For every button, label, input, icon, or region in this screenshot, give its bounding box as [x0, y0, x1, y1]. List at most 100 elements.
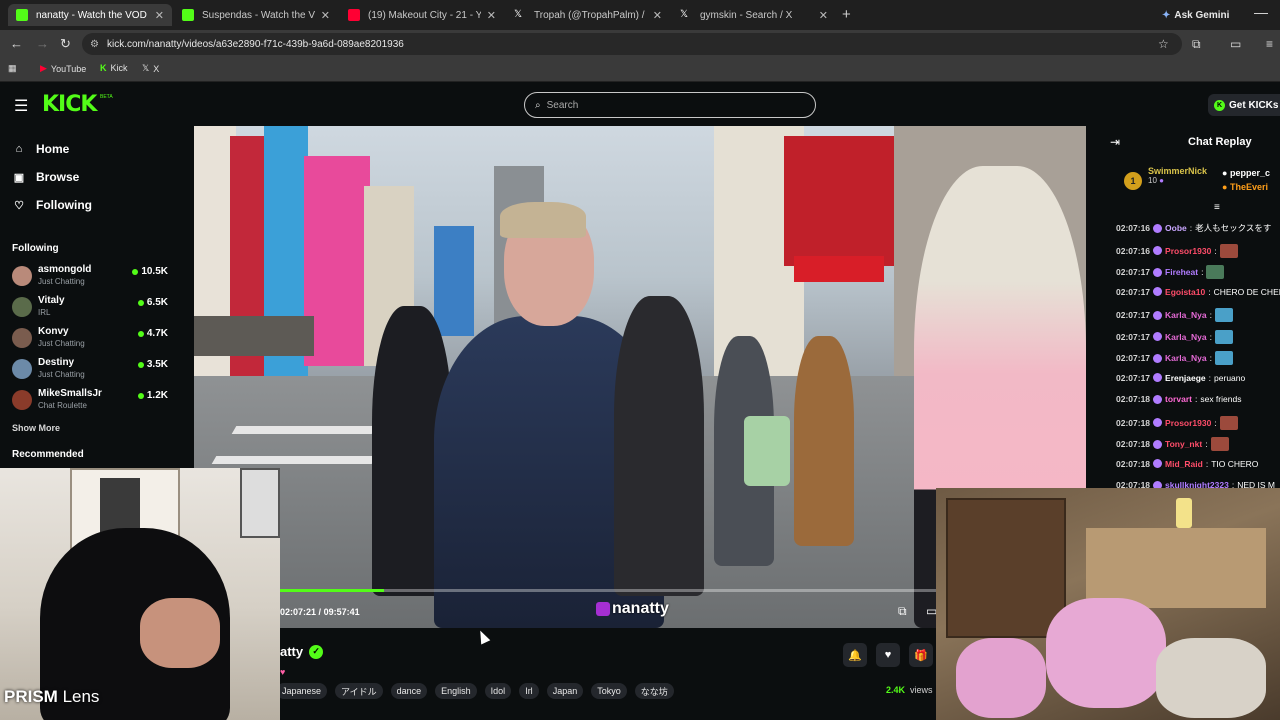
apps-grid-icon[interactable]: ▦: [8, 63, 17, 74]
bookmark-kick[interactable]: K Kick: [100, 63, 128, 73]
chat-message[interactable]: 02:07:17 Egoista10:CHERO DE CHERO: [1116, 287, 1280, 297]
close-tab-icon[interactable]: ✕: [653, 9, 662, 22]
message-username[interactable]: Karla_Nya: [1165, 353, 1207, 363]
channel-title[interactable]: atty ✓: [280, 644, 324, 659]
nav-following[interactable]: ♡ Following: [12, 198, 92, 212]
site-info-icon[interactable]: ⚙: [90, 39, 99, 50]
reload-icon[interactable]: ↻: [60, 36, 71, 52]
gifter-row[interactable]: ● pepper_c: [1222, 166, 1270, 180]
browser-tab[interactable]: 𝕏 gymskin - Search / X ✕: [672, 4, 836, 26]
message-username[interactable]: Karla_Nya: [1165, 332, 1207, 342]
gifter-row[interactable]: ● TheEveri: [1222, 180, 1270, 194]
tag-chip[interactable]: English: [435, 683, 477, 699]
chat-message[interactable]: 02:07:16 Prosor1930:: [1116, 243, 1238, 258]
channel-name: MikeSmallsJr: [38, 388, 102, 399]
chat-message[interactable]: 02:07:18 torvart: sex friends: [1116, 394, 1241, 404]
follow-heart-button[interactable]: ♥: [876, 643, 900, 667]
url-text: kick.com/nanatty/videos/a63e2890-f71c-43…: [106, 38, 404, 50]
message-username[interactable]: Erenjaege: [1165, 373, 1206, 383]
site-header: ☰ KICK BETA ⌕ Search K Get KICKs: [0, 84, 1280, 126]
message-username[interactable]: Mid_Raid: [1165, 459, 1203, 469]
following-channel[interactable]: Vitaly IRL 6.5K: [12, 293, 168, 323]
message-username[interactable]: Fireheat: [1165, 267, 1198, 277]
side-panel-icon[interactable]: ▭: [1230, 37, 1241, 51]
bookmark-x[interactable]: 𝕏 X: [142, 63, 159, 74]
subscriber-badge-icon: [1153, 439, 1163, 449]
following-channel[interactable]: MikeSmallsJr Chat Roulette 1.2K: [12, 386, 168, 416]
tag-chip[interactable]: Japanese: [276, 683, 328, 699]
message-username[interactable]: Prosor1930: [1165, 246, 1211, 256]
nav-home[interactable]: ⌂ Home: [12, 142, 70, 156]
close-tab-icon[interactable]: ✕: [321, 9, 330, 22]
emote-icon: [1215, 308, 1233, 322]
tab-title: (19) Makeout City - 21 - YouTu: [368, 9, 481, 21]
youtube-icon: ▶: [40, 63, 47, 73]
tag-chip[interactable]: dance: [390, 683, 428, 699]
message-username[interactable]: Karla_Nya: [1165, 310, 1207, 320]
collapse-chat-icon[interactable]: ⇥: [1110, 135, 1120, 149]
show-more-link[interactable]: Show More: [12, 423, 60, 433]
tag-chip[interactable]: Idol: [484, 683, 512, 699]
message-username[interactable]: Egoista10: [1165, 287, 1205, 297]
forward-arrow-icon[interactable]: →: [36, 36, 49, 51]
tag-chip[interactable]: Tokyo: [591, 683, 627, 699]
browser-tab[interactable]: (19) Makeout City - 21 - YouTu ✕: [340, 4, 504, 26]
chat-message[interactable]: 02:07:16 Oobe: 老人もセックスをす: [1116, 222, 1271, 234]
message-username[interactable]: torvart: [1165, 394, 1192, 404]
chat-message[interactable]: 02:07:17 Karla_Nya:: [1116, 351, 1233, 365]
picture-in-picture-icon[interactable]: ⧉: [898, 604, 907, 619]
message-username[interactable]: Oobe: [1165, 223, 1187, 233]
message-username[interactable]: Tony_nkt: [1165, 439, 1202, 449]
notification-bell-button[interactable]: 🔔: [843, 643, 867, 667]
viewer-count: 1.2K: [137, 390, 168, 401]
hamburger-menu-icon[interactable]: ☰: [14, 96, 28, 116]
search-input[interactable]: ⌕ Search: [524, 92, 816, 118]
avatar: [12, 359, 32, 379]
browser-tab[interactable]: nanatty - Watch the VOD o ✕: [8, 4, 172, 26]
top-gifter[interactable]: 1 SwimmerNick 10 ●: [1124, 166, 1207, 190]
kick-logo[interactable]: KICK: [42, 92, 97, 117]
nav-browse[interactable]: ▣ Browse: [12, 170, 80, 184]
tag-chip[interactable]: Japan: [546, 683, 584, 699]
subscriber-badge-icon: [1153, 353, 1163, 363]
browser-tab[interactable]: Suspendas - Watch the VOD o ✕: [174, 4, 338, 26]
chat-message[interactable]: 02:07:17 Erenjaege: peruano: [1116, 373, 1245, 383]
menu-icon[interactable]: ≡: [1266, 37, 1273, 51]
new-tab-button[interactable]: +: [842, 6, 851, 23]
tag-chip[interactable]: Irl: [519, 683, 539, 699]
minimize-window-icon[interactable]: —: [1254, 4, 1268, 20]
message-username[interactable]: Prosor1930: [1165, 418, 1211, 428]
tag-chip[interactable]: アイドル: [335, 683, 383, 699]
message-timestamp: 02:07:17: [1116, 267, 1151, 277]
bookmark-label: Kick: [110, 63, 128, 73]
chat-message[interactable]: 02:07:17 Fireheat:: [1116, 265, 1225, 279]
bookmark-star-icon[interactable]: ☆: [1158, 37, 1169, 51]
chat-filter-icon[interactable]: ≡: [1214, 202, 1220, 213]
ask-gemini-button[interactable]: ✦ Ask Gemini: [1156, 6, 1235, 24]
back-arrow-icon[interactable]: ←: [10, 36, 23, 51]
tag-chip[interactable]: なな坊: [634, 683, 674, 699]
following-channel[interactable]: asmongold Just Chatting 10.5K: [12, 262, 168, 292]
chat-message[interactable]: 02:07:18 Prosor1930:: [1116, 415, 1238, 430]
channel-name: asmongold: [38, 264, 92, 275]
get-kicks-button[interactable]: K Get KICKs: [1208, 94, 1280, 116]
chat-message[interactable]: 02:07:17 Karla_Nya:: [1116, 329, 1233, 344]
gift-subscription-button[interactable]: 🎁: [909, 643, 933, 667]
x-favicon-icon: 𝕏: [680, 9, 689, 20]
x-icon: 𝕏: [142, 63, 150, 73]
browser-tab[interactable]: 𝕏 Tropah (@TropahPalm) / X ✕: [506, 4, 670, 26]
message-text: CHERO DE CHERO: [1213, 286, 1280, 297]
following-channel[interactable]: Destiny Just Chatting 3.5K: [12, 355, 168, 385]
chat-message[interactable]: 02:07:18 Tony_nkt:: [1116, 437, 1229, 451]
close-tab-icon[interactable]: ✕: [487, 9, 496, 22]
message-text: 老人もセックスをす: [1195, 223, 1272, 233]
following-channel[interactable]: Konvy Just Chatting 4.7K: [12, 324, 168, 354]
close-tab-icon[interactable]: ✕: [155, 9, 164, 22]
address-bar[interactable]: ⚙ kick.com/nanatty/videos/a63e2890-f71c-…: [82, 33, 1182, 55]
chat-message[interactable]: 02:07:17 Karla_Nya:: [1116, 308, 1233, 322]
avatar: [12, 328, 32, 348]
close-tab-icon[interactable]: ✕: [819, 9, 828, 22]
extensions-icon[interactable]: ⧉: [1192, 37, 1201, 52]
bookmark-youtube[interactable]: ▶ YouTube: [40, 63, 86, 74]
chat-message[interactable]: 02:07:18 Mid_Raid: TIO CHERO: [1116, 459, 1258, 469]
